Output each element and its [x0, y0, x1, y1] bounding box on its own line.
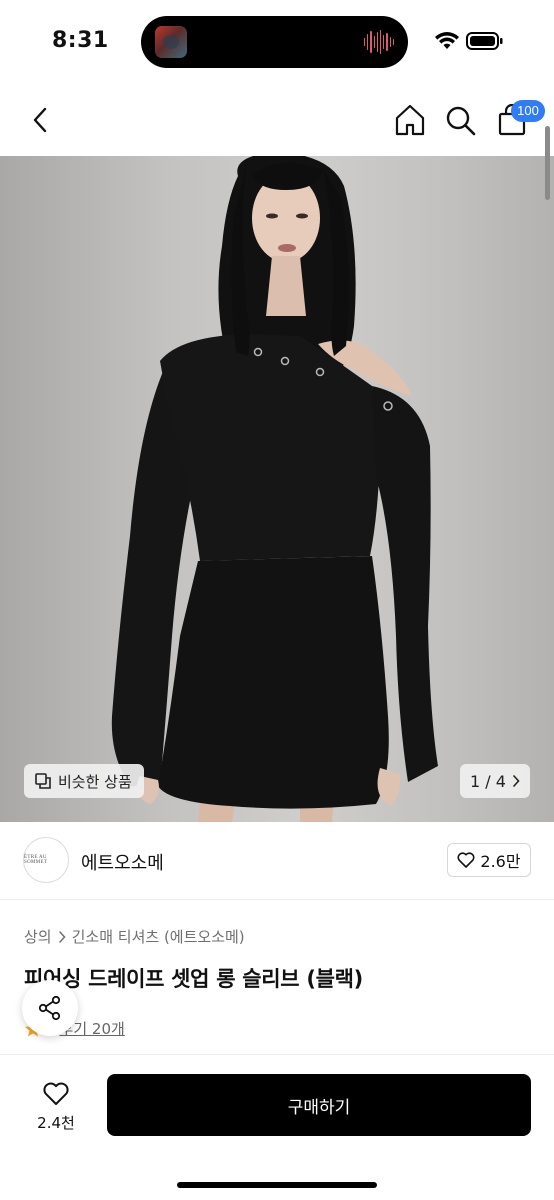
audio-waveform-icon: [364, 30, 395, 54]
search-button[interactable]: [442, 100, 480, 140]
gallery-page-indicator[interactable]: 1 / 4: [460, 764, 530, 798]
wishlist-count: 2.4천: [37, 1113, 75, 1132]
share-icon: [38, 995, 61, 1021]
brand-logo[interactable]: ÉTRE AU SOMMET: [23, 837, 69, 883]
wishlist-button[interactable]: 2.4천: [24, 1075, 88, 1139]
scroll-indicator[interactable]: [545, 126, 550, 200]
battery-icon: [466, 32, 503, 50]
home-icon: [395, 104, 425, 136]
brand-name[interactable]: 에트오소메: [81, 849, 164, 875]
wifi-icon: [435, 32, 459, 49]
copy-icon: [35, 773, 51, 789]
product-title: 피어싱 드레이프 셋업 롱 슬리브 (블랙): [24, 967, 363, 991]
brand-row[interactable]: ÉTRE AU SOMMET 에트오소메 2.6만: [0, 822, 554, 900]
page-current: 1 / 4: [470, 771, 506, 791]
chevron-right-icon: [58, 930, 66, 943]
similar-products-button[interactable]: 비슷한 상품: [24, 764, 144, 798]
product-image-gallery[interactable]: [0, 156, 554, 822]
back-button[interactable]: [22, 102, 58, 138]
heart-icon: [43, 1082, 69, 1105]
now-playing-artwork: [155, 26, 187, 58]
cart-count-badge: 100: [511, 100, 545, 122]
chevron-left-icon: [33, 107, 47, 133]
bottom-action-bar: 2.4천 구매하기: [0, 1054, 554, 1200]
product-photo: [111, 156, 438, 822]
breadcrumb: 상의 긴소매 티셔츠 (에트오소메): [24, 926, 245, 947]
heart-icon: [457, 852, 475, 868]
breadcrumb-category[interactable]: 상의: [24, 926, 52, 947]
brand-like-button[interactable]: 2.6만: [447, 843, 531, 877]
share-button[interactable]: [22, 980, 78, 1036]
dynamic-island[interactable]: [141, 16, 408, 68]
search-icon: [446, 106, 476, 136]
buy-button[interactable]: 구매하기: [107, 1074, 531, 1136]
breadcrumb-subcategory[interactable]: 긴소매 티셔츠 (에트오소메): [72, 926, 245, 947]
home-button[interactable]: [391, 100, 429, 140]
top-navigation-bar: [0, 84, 554, 156]
status-time: 8:31: [52, 28, 109, 53]
home-indicator: [177, 1182, 377, 1188]
status-bar: 8:31: [0, 0, 554, 84]
similar-products-label: 비슷한 상품: [58, 772, 132, 791]
chevron-right-icon: [513, 775, 520, 787]
brand-like-count: 2.6만: [480, 852, 521, 871]
